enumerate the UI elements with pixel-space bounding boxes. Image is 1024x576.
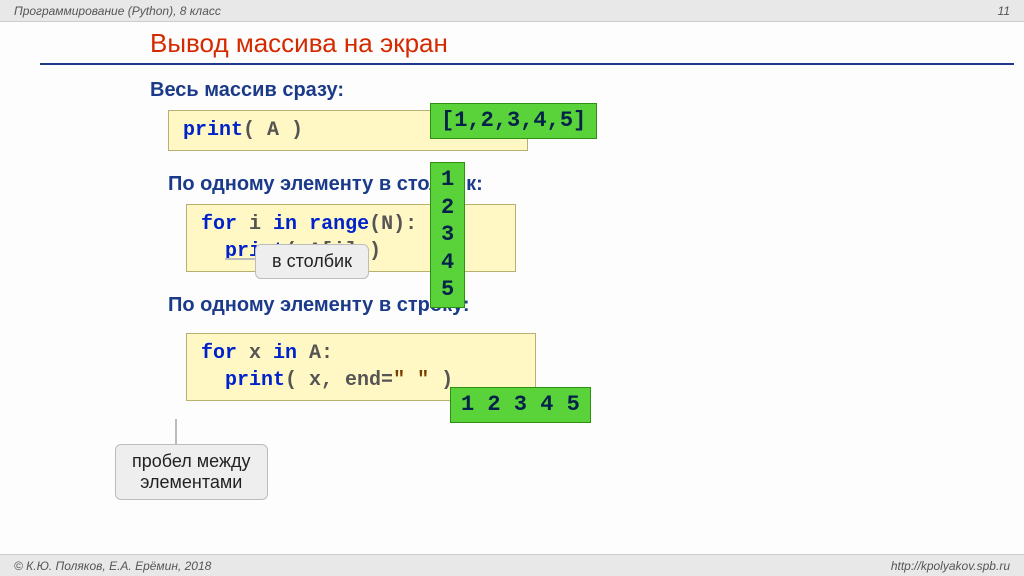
callout-space-connector xyxy=(175,419,177,444)
output-column: 1 2 3 4 5 xyxy=(430,162,465,308)
section-column-heading: По одному элементу в столбик: xyxy=(168,173,984,196)
callout-space: пробел между элементами xyxy=(115,444,268,500)
section-whole-heading: Весь массив сразу: xyxy=(150,79,984,102)
footer-right: http://kpolyakov.spb.ru xyxy=(891,559,1010,573)
bottom-bar: © К.Ю. Поляков, Е.А. Ерёмин, 2018 http:/… xyxy=(0,554,1024,576)
title-underline xyxy=(40,63,1014,65)
page-number: 11 xyxy=(998,4,1010,18)
output-row: 1 2 3 4 5 xyxy=(450,387,591,423)
callout-column-connector xyxy=(225,258,255,260)
code-rest: ( A ) xyxy=(243,119,303,142)
header-left: Программирование (Python), 8 класс xyxy=(14,4,221,18)
kw-print: print xyxy=(183,119,243,142)
section-row-heading: По одному элементу в строку: xyxy=(168,294,984,317)
top-bar: Программирование (Python), 8 класс 11 xyxy=(0,0,1024,22)
output-whole: [1,2,3,4,5] xyxy=(430,103,597,139)
slide-title: Вывод массива на экран xyxy=(150,28,984,63)
slide-body: Вывод массива на экран Весь массив сразу… xyxy=(0,22,1024,554)
footer-left: © К.Ю. Поляков, Е.А. Ерёмин, 2018 xyxy=(14,559,211,573)
callout-column: в столбик xyxy=(255,244,369,279)
